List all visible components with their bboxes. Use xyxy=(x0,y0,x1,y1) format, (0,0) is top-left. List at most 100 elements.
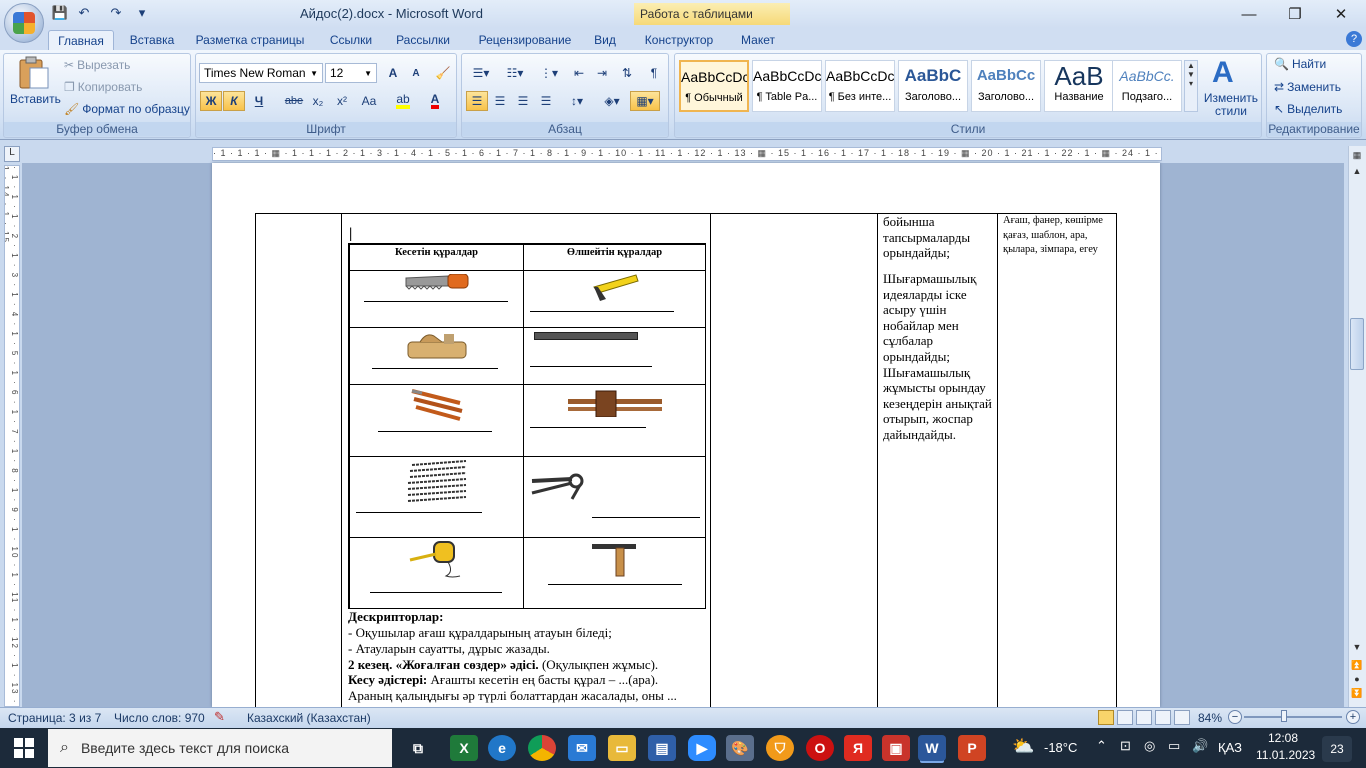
edge-icon[interactable]: e xyxy=(488,735,516,761)
zoom-app-icon[interactable]: ▶ xyxy=(688,735,716,761)
style-normal[interactable]: AaBbCcDc ¶ Обычный xyxy=(679,60,749,112)
outline-icon[interactable] xyxy=(1155,710,1171,725)
tab-insert[interactable]: Вставка xyxy=(122,30,182,50)
table-cell-col1[interactable] xyxy=(255,213,342,713)
align-right-icon[interactable]: ☰ xyxy=(512,91,534,111)
superscript-button[interactable]: x² xyxy=(331,91,353,111)
style-title[interactable]: AaB Название xyxy=(1044,60,1114,112)
styles-scroll[interactable]: ▲ ▼ ▾ xyxy=(1184,60,1198,112)
vertical-ruler[interactable]: · 1 · 1 · 1 · 2 · 1 · 3 · 1 · 4 · 1 · 5 … xyxy=(4,165,20,707)
mail-icon[interactable]: ✉ xyxy=(568,735,596,761)
zoom-level[interactable]: 84% xyxy=(1198,711,1222,725)
battery-icon[interactable]: ▭ xyxy=(1168,738,1180,754)
input-language[interactable]: ҚАЗ xyxy=(1218,740,1242,755)
opera-icon[interactable]: O xyxy=(806,735,834,761)
font-color-icon[interactable]: A xyxy=(420,91,450,111)
undo-icon[interactable]: ↶ xyxy=(74,4,94,22)
copy-button[interactable]: ❐ Копировать xyxy=(64,80,142,94)
change-case-button[interactable]: Aa xyxy=(357,91,381,111)
style-heading-1[interactable]: AaBbC Заголово... xyxy=(898,60,968,112)
justify-icon[interactable]: ☰ xyxy=(535,91,557,111)
web-layout-icon[interactable] xyxy=(1136,710,1152,725)
tab-view[interactable]: Вид xyxy=(588,30,622,50)
language-indicator[interactable]: Казахский (Казахстан) xyxy=(247,711,371,725)
scroll-down-icon[interactable]: ▼ xyxy=(1350,642,1364,654)
zoom-slider-track[interactable] xyxy=(1244,716,1342,718)
decrease-indent-icon[interactable]: ⇤ xyxy=(568,63,590,83)
style-table-paragraph[interactable]: AaBbCcDc ¶ Table Pa... xyxy=(752,60,822,112)
paint-icon[interactable]: 🎨 xyxy=(726,735,754,761)
help-icon[interactable]: ? xyxy=(1346,31,1362,47)
cut-button[interactable]: ✂ Вырезать xyxy=(64,58,130,72)
tray-overflow-icon[interactable]: ⌃ xyxy=(1096,738,1107,754)
customize-qat-icon[interactable]: ▾ xyxy=(132,4,152,22)
format-painter-button[interactable]: 🖌 Формат по образцу xyxy=(64,102,190,116)
shrink-font-button[interactable]: A xyxy=(405,63,427,83)
subscript-button[interactable]: x₂ xyxy=(307,91,329,111)
network-icon[interactable]: ◎ xyxy=(1144,738,1155,754)
tab-mailings[interactable]: Рассылки xyxy=(388,30,458,50)
draft-icon[interactable] xyxy=(1174,710,1190,725)
zoom-in-icon[interactable]: + xyxy=(1346,710,1360,724)
tab-references[interactable]: Ссылки xyxy=(322,30,380,50)
italic-button[interactable]: К xyxy=(223,91,245,111)
style-heading-2[interactable]: AaBbCc Заголово... xyxy=(971,60,1041,112)
shading-icon[interactable]: ◈▾ xyxy=(597,91,627,111)
next-page-icon[interactable]: ⏬ xyxy=(1350,688,1364,700)
restore-button[interactable]: ❐ xyxy=(1272,2,1318,26)
show-formatting-icon[interactable]: ¶ xyxy=(643,63,665,83)
weather-icon[interactable]: ⛅ xyxy=(1012,736,1034,757)
tool-cell-try-square[interactable] xyxy=(523,537,706,609)
highlight-icon[interactable]: ab xyxy=(388,91,418,111)
tab-home[interactable]: Главная xyxy=(48,30,114,50)
tool-cell-tape-measure[interactable] xyxy=(349,537,524,609)
volume-icon[interactable]: 🔊 xyxy=(1192,738,1208,754)
font-size-combo[interactable]: 12 ▼ xyxy=(325,63,377,83)
tab-design[interactable]: Конструктор xyxy=(638,30,720,50)
tool-cell-compass[interactable] xyxy=(523,456,706,538)
word-count[interactable]: Число слов: 970 xyxy=(114,711,205,725)
align-center-icon[interactable]: ☰ xyxy=(489,91,511,111)
redo-icon[interactable]: ↷ xyxy=(106,4,126,22)
vertical-scrollbar[interactable] xyxy=(1348,146,1366,708)
numbering-icon[interactable]: ☷▾ xyxy=(500,63,530,83)
sort-icon[interactable]: ⇅ xyxy=(616,63,638,83)
bold-button[interactable]: Ж xyxy=(200,91,222,111)
clock-time[interactable]: 12:08 xyxy=(1268,731,1298,745)
line-spacing-icon[interactable]: ↕▾ xyxy=(562,91,592,111)
tool-cell-plane[interactable] xyxy=(349,327,524,385)
proofing-icon[interactable]: ✎ xyxy=(214,709,225,725)
full-screen-reading-icon[interactable] xyxy=(1117,710,1133,725)
page-counter[interactable]: Страница: 3 из 7 xyxy=(8,711,101,725)
paste-button[interactable]: Вставить xyxy=(10,92,61,106)
close-button[interactable]: ✕ xyxy=(1318,2,1364,26)
font-name-combo[interactable]: Times New Roman ▼ xyxy=(199,63,323,83)
minimize-button[interactable]: — xyxy=(1226,2,1272,26)
horizontal-ruler[interactable]: · 1 · 1 · 1 · ▦ · 1 · 1 · 1 · 2 · 1 · 3 … xyxy=(212,147,1162,161)
underline-button[interactable]: Ч xyxy=(248,91,270,111)
ruler-toggle-icon[interactable]: ▦ xyxy=(1350,150,1364,162)
tool-cell-square[interactable] xyxy=(523,270,706,328)
table-cell-col3[interactable] xyxy=(710,213,878,713)
chrome-icon[interactable] xyxy=(528,735,556,761)
select-button[interactable]: ↖ Выделить xyxy=(1274,102,1342,116)
meet-now-icon[interactable]: ⊡ xyxy=(1120,738,1131,754)
yandex-icon[interactable]: Я xyxy=(844,735,872,761)
table-cell-col5[interactable] xyxy=(997,213,1117,713)
windows-start-icon[interactable] xyxy=(14,738,34,758)
weather-temp[interactable]: -18°C xyxy=(1044,740,1077,755)
browse-object-icon[interactable]: ● xyxy=(1350,674,1364,686)
replace-button[interactable]: ⇄ Заменить xyxy=(1274,80,1341,94)
tool-cell-chisels[interactable] xyxy=(349,384,524,457)
grow-font-button[interactable]: A xyxy=(382,63,404,83)
notifications-icon[interactable]: 23 xyxy=(1322,736,1352,762)
align-left-icon[interactable]: ☰ xyxy=(466,91,488,111)
clock-date[interactable]: 11.01.2023 xyxy=(1256,748,1315,762)
previous-page-icon[interactable]: ⏫ xyxy=(1350,660,1364,672)
zoom-out-icon[interactable]: − xyxy=(1228,710,1242,724)
scrollbar-thumb[interactable] xyxy=(1350,318,1364,370)
bullets-icon[interactable]: ☰▾ xyxy=(466,63,496,83)
style-subtitle[interactable]: AaBbCc. Подзаго... xyxy=(1112,60,1182,112)
scroll-up-icon[interactable]: ▲ xyxy=(1350,166,1364,178)
powerpoint-icon[interactable]: P xyxy=(958,735,986,761)
